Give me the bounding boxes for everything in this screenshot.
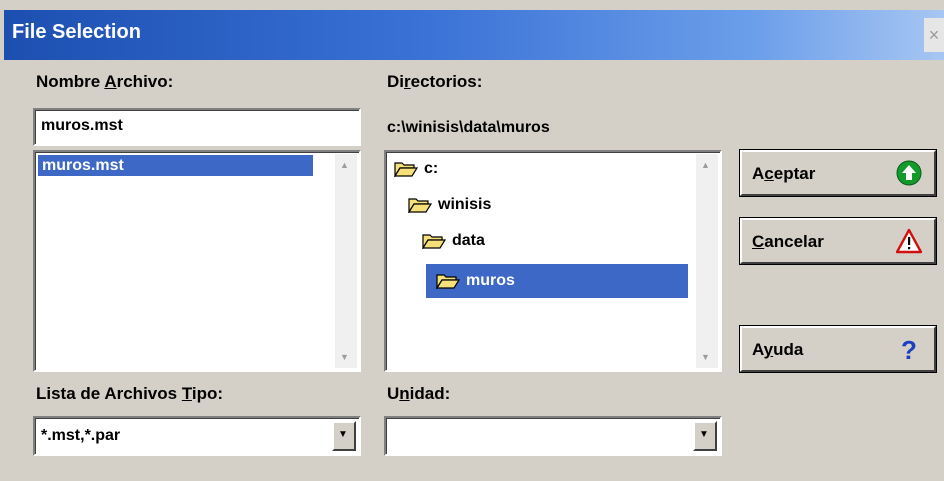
open-folder-icon (408, 198, 432, 213)
scroll-up-icon[interactable]: ▲ (701, 160, 710, 170)
tree-item-label: c: (424, 160, 439, 177)
drive-label: Unidad: (387, 384, 451, 403)
title-bar[interactable]: File Selection × (4, 10, 944, 60)
file-name-input[interactable]: muros.mst (33, 108, 361, 146)
file-name-value: muros.mst (41, 117, 123, 134)
chevron-down-icon: ▼ (338, 429, 348, 440)
close-button[interactable]: × (924, 18, 944, 52)
file-name-label: Nombre Archivo: (36, 72, 174, 91)
file-selection-dialog: File Selection × Nombre Archivo: muros.m… (0, 0, 944, 481)
tree-item-muros[interactable]: muros (426, 264, 688, 298)
file-type-dropdown[interactable]: *.mst,*.par ▼ (33, 416, 361, 456)
cancel-button-label: Cancelar (752, 232, 824, 251)
scroll-down-icon[interactable]: ▼ (701, 352, 710, 362)
file-type-value: *.mst,*.par (41, 427, 121, 444)
tree-item-label: muros (466, 272, 515, 289)
tree-item-label: winisis (438, 196, 492, 213)
list-item[interactable]: muros.mst (38, 155, 313, 176)
drive-dropdown-button[interactable]: ▼ (693, 421, 717, 451)
file-type-dropdown-button[interactable]: ▼ (332, 421, 356, 451)
svg-text:?: ? (901, 336, 917, 362)
help-button[interactable]: Ayuda ? (740, 326, 936, 372)
open-folder-icon (394, 162, 418, 177)
green-up-arrow-icon (896, 160, 922, 186)
drive-dropdown[interactable]: ▼ (384, 416, 722, 456)
help-button-label: Ayuda (752, 340, 804, 359)
directory-tree-scrollbar[interactable]: ▲ ▼ (696, 154, 718, 368)
question-mark-icon: ? (901, 336, 917, 362)
window-title: File Selection (12, 21, 141, 43)
tree-item-label: data (452, 232, 485, 249)
open-folder-icon (422, 234, 446, 249)
chevron-down-icon: ▼ (699, 429, 709, 440)
tree-item-winisis[interactable]: winisis (408, 188, 491, 222)
file-list[interactable]: muros.mst ▲ ▼ (33, 150, 361, 372)
file-type-label: Lista de Archivos Tipo: (36, 384, 224, 403)
scroll-up-icon[interactable]: ▲ (340, 160, 349, 170)
directories-label: Directorios: (387, 72, 483, 91)
current-path: c:\winisis\data\muros (387, 119, 550, 136)
cancel-button[interactable]: Cancelar (740, 218, 936, 264)
accept-button[interactable]: Aceptar (740, 150, 936, 196)
tree-item-c[interactable]: c: (394, 152, 438, 186)
tree-item-data[interactable]: data (422, 224, 485, 258)
open-folder-icon (436, 274, 460, 289)
directory-tree[interactable]: c: winisis data muros ▲ ▼ (384, 150, 722, 372)
accept-button-label: Aceptar (752, 164, 816, 183)
file-list-scrollbar[interactable]: ▲ ▼ (335, 154, 357, 368)
warning-triangle-icon (896, 228, 922, 254)
scroll-down-icon[interactable]: ▼ (340, 352, 349, 362)
